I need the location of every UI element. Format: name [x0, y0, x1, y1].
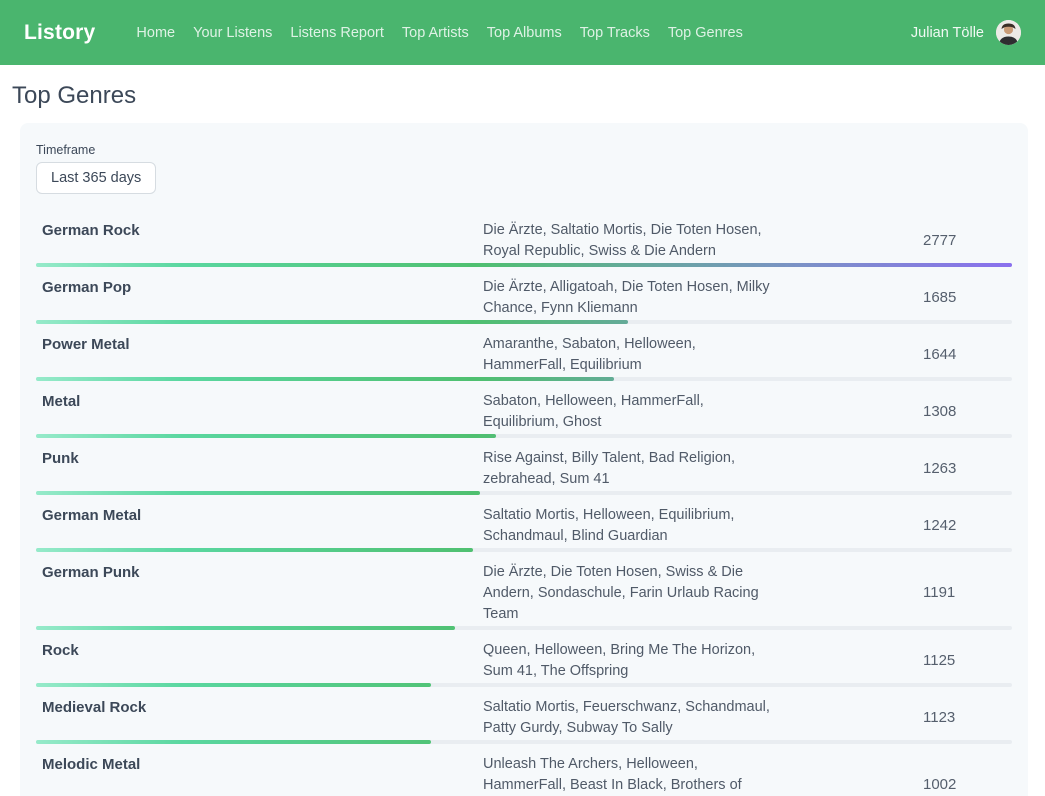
nav-links: HomeYour ListensListens ReportTop Artist… [127, 19, 751, 47]
genre-name: German Punk [36, 560, 483, 583]
genre-name: German Rock [36, 218, 483, 241]
table-row: Metal Sabaton, Helloween, HammerFall, Eq… [36, 389, 1012, 438]
table-row: Melodic Metal Unleash The Archers, Hello… [36, 752, 1012, 796]
genre-bar-track [36, 320, 1012, 324]
genre-bar-fill [36, 548, 473, 552]
genre-bar-track [36, 434, 1012, 438]
genre-bar-fill [36, 683, 431, 687]
genre-row-grid: German Rock Die Ärzte, Saltatio Mortis, … [36, 218, 1012, 262]
table-row: Punk Rise Against, Billy Talent, Bad Rel… [36, 446, 1012, 495]
genre-row-grid: Melodic Metal Unleash The Archers, Hello… [36, 752, 1012, 796]
genre-row-grid: Power Metal Amaranthe, Sabaton, Hellowee… [36, 332, 1012, 376]
genre-artist-list: Queen, Helloween, Bring Me The Horizon, … [483, 638, 773, 682]
genre-bar-fill [36, 263, 1012, 267]
genre-artist-list: Saltatio Mortis, Helloween, Equilibrium,… [483, 503, 773, 547]
top-navbar: Listory HomeYour ListensListens ReportTo… [0, 0, 1045, 65]
genre-row-grid: German Pop Die Ärzte, Alligatoah, Die To… [36, 275, 1012, 319]
page-content: Top Genres Timeframe Last 365 days Germa… [0, 82, 1045, 796]
genre-row-grid: Medieval Rock Saltatio Mortis, Feuerschw… [36, 695, 1012, 739]
genre-name: Metal [36, 389, 483, 412]
table-row: Power Metal Amaranthe, Sabaton, Hellowee… [36, 332, 1012, 381]
table-row: Medieval Rock Saltatio Mortis, Feuerschw… [36, 695, 1012, 744]
table-row: German Metal Saltatio Mortis, Helloween,… [36, 503, 1012, 552]
user-avatar[interactable] [996, 20, 1021, 45]
genre-row-grid: Punk Rise Against, Billy Talent, Bad Rel… [36, 446, 1012, 490]
genre-listen-count: 1191 [923, 582, 1012, 603]
genre-artist-list: Unleash The Archers, Helloween, HammerFa… [483, 752, 773, 796]
nav-link-home[interactable]: Home [127, 19, 184, 47]
nav-link-your-listens[interactable]: Your Listens [184, 19, 281, 47]
genre-name: Power Metal [36, 332, 483, 355]
genre-name: German Pop [36, 275, 483, 298]
table-row: German Rock Die Ärzte, Saltatio Mortis, … [36, 218, 1012, 267]
genre-listen-count: 1242 [923, 515, 1012, 536]
genre-bar-track [36, 377, 1012, 381]
genre-name: Rock [36, 638, 483, 661]
genre-bar-fill [36, 377, 614, 381]
genre-row-grid: German Metal Saltatio Mortis, Helloween,… [36, 503, 1012, 547]
genre-artist-list: Die Ärzte, Saltatio Mortis, Die Toten Ho… [483, 218, 773, 262]
nav-link-top-albums[interactable]: Top Albums [478, 19, 571, 47]
genre-artist-list: Die Ärzte, Alligatoah, Die Toten Hosen, … [483, 275, 773, 319]
page-title: Top Genres [12, 82, 1033, 110]
genre-name: German Metal [36, 503, 483, 526]
genre-bar-track [36, 491, 1012, 495]
timeframe-select[interactable]: Last 365 days [36, 162, 156, 194]
genre-bar-track [36, 626, 1012, 630]
brand-logo[interactable]: Listory [24, 21, 95, 45]
genre-artist-list: Sabaton, Helloween, HammerFall, Equilibr… [483, 389, 773, 433]
genre-name: Medieval Rock [36, 695, 483, 718]
top-genres-card: Timeframe Last 365 days German Rock Die … [20, 123, 1028, 796]
genre-listen-count: 1263 [923, 458, 1012, 479]
genre-artist-list: Saltatio Mortis, Feuerschwanz, Schandmau… [483, 695, 773, 739]
genre-artist-list: Amaranthe, Sabaton, Helloween, HammerFal… [483, 332, 773, 376]
genre-bar-fill [36, 434, 496, 438]
timeframe-label: Timeframe [36, 143, 1012, 157]
genre-name: Melodic Metal [36, 752, 483, 775]
genre-artist-list: Rise Against, Billy Talent, Bad Religion… [483, 446, 773, 490]
table-row: Rock Queen, Helloween, Bring Me The Hori… [36, 638, 1012, 687]
genre-bar-fill [36, 320, 628, 324]
genre-bar-track [36, 740, 1012, 744]
genre-bar-fill [36, 740, 431, 744]
user-box: Julian Tölle [911, 20, 1021, 45]
genre-artist-list: Die Ärzte, Die Toten Hosen, Swiss & Die … [483, 560, 773, 625]
table-row: German Pop Die Ärzte, Alligatoah, Die To… [36, 275, 1012, 324]
genre-listen-count: 1685 [923, 287, 1012, 308]
genre-bar-track [36, 683, 1012, 687]
nav-link-top-artists[interactable]: Top Artists [393, 19, 478, 47]
genre-listen-count: 1002 [923, 774, 1012, 795]
genre-listen-count: 1123 [923, 707, 1012, 728]
genre-row-grid: Rock Queen, Helloween, Bring Me The Hori… [36, 638, 1012, 682]
genre-table: German Rock Die Ärzte, Saltatio Mortis, … [36, 218, 1012, 796]
genre-row-grid: Metal Sabaton, Helloween, HammerFall, Eq… [36, 389, 1012, 433]
nav-link-top-genres[interactable]: Top Genres [659, 19, 752, 47]
user-name: Julian Tölle [911, 25, 984, 41]
genre-bar-track [36, 548, 1012, 552]
genre-listen-count: 1308 [923, 401, 1012, 422]
nav-link-listens-report[interactable]: Listens Report [281, 19, 393, 47]
genre-bar-track [36, 263, 1012, 267]
genre-listen-count: 2777 [923, 230, 1012, 251]
genre-bar-fill [36, 491, 480, 495]
nav-link-top-tracks[interactable]: Top Tracks [571, 19, 659, 47]
genre-bar-fill [36, 626, 455, 630]
genre-listen-count: 1644 [923, 344, 1012, 365]
genre-listen-count: 1125 [923, 650, 1012, 671]
table-row: German Punk Die Ärzte, Die Toten Hosen, … [36, 560, 1012, 630]
genre-row-grid: German Punk Die Ärzte, Die Toten Hosen, … [36, 560, 1012, 625]
avatar-photo-icon [996, 20, 1021, 45]
genre-name: Punk [36, 446, 483, 469]
